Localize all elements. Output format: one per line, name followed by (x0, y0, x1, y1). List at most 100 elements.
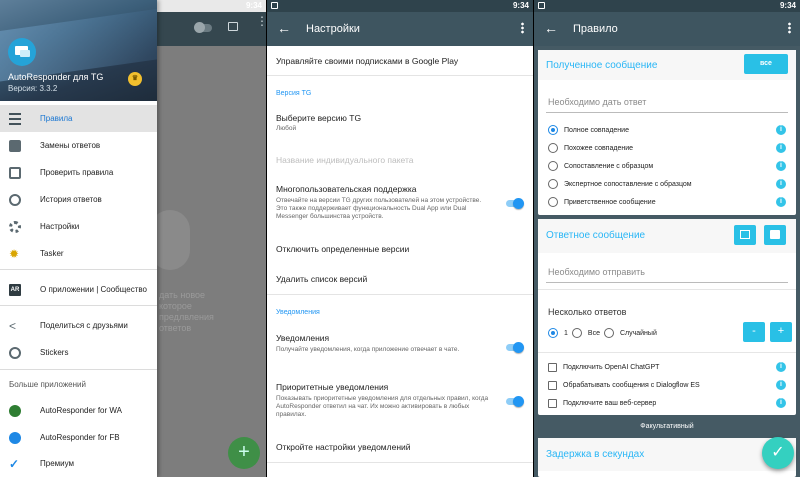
drawer-item-autoresponder-fb[interactable]: AutoResponder for FB (0, 424, 157, 451)
info-icon[interactable]: i (776, 362, 786, 372)
reply-message-input[interactable]: Необходимо отправить (548, 267, 645, 277)
delete-versions-item[interactable]: Удалить список версий (276, 274, 523, 284)
more-apps-header: Больше приложений (9, 380, 86, 389)
all-button[interactable]: все (744, 54, 788, 74)
drawer-item-label: О приложении | Сообщество (40, 285, 147, 294)
section-header-tg: Версия TG (276, 90, 312, 97)
checkbox[interactable] (548, 362, 557, 372)
drawer-item-history[interactable]: История ответов (0, 186, 157, 213)
disable-versions-item[interactable]: Отключить определенные версии (276, 244, 523, 254)
radio-button[interactable] (603, 328, 614, 338)
webserver-checkbox-row[interactable]: Подключите ваш веб-сервер i (548, 395, 786, 411)
divider (538, 352, 796, 353)
openai-checkbox-row[interactable]: Подключить OpenAI ChatGPT i (548, 359, 786, 375)
drawer-item-label: Правила (40, 114, 73, 123)
checkbox[interactable] (548, 398, 557, 408)
app-logo-icon (8, 38, 36, 66)
add-rule-fab[interactable]: + (228, 437, 260, 469)
dialogflow-checkbox-row[interactable]: Обрабатывать сообщения с Dialogflow ES i (548, 377, 786, 393)
drawer-divider (0, 305, 157, 306)
radio-button[interactable] (548, 328, 558, 338)
info-icon[interactable]: i (776, 143, 786, 153)
drawer-item-rules[interactable]: Правила (0, 105, 157, 132)
disable-reply-button[interactable] (734, 225, 756, 245)
radio-button[interactable] (548, 125, 558, 135)
swap-icon (9, 139, 21, 152)
info-icon[interactable]: i (776, 179, 786, 189)
checkbox[interactable] (548, 380, 557, 390)
radio-button[interactable] (548, 161, 558, 171)
open-notification-settings-item[interactable]: Откройте настройки уведомлений (276, 442, 523, 452)
choose-version-item[interactable]: Выберите версию TG Любой (276, 113, 523, 133)
radio-label: Полное совпадение (564, 126, 629, 134)
received-message-input[interactable]: Необходимо дать ответ (548, 97, 646, 107)
input-underline (546, 282, 788, 283)
radio-button[interactable] (571, 328, 582, 338)
drawer-item-tasker[interactable]: ✹ Tasker (0, 240, 157, 267)
drawer-item-label: Tasker (40, 249, 64, 258)
drawer-item-label: Поделиться с друзьями (40, 321, 128, 330)
drawer-item-test-rules[interactable]: Проверить правила (0, 159, 157, 186)
checkbox-label: Подключить OpenAI ChatGPT (563, 363, 660, 371)
save-fab[interactable]: ✓ (762, 437, 794, 469)
multiuser-switch[interactable] (506, 198, 524, 209)
drawer-item-premium[interactable]: ✓ Премиум (0, 450, 157, 477)
back-arrow-icon[interactable]: ← (277, 20, 291, 36)
drawer-item-label: AutoResponder for WA (40, 406, 122, 415)
priority-notifications-switch[interactable] (506, 396, 524, 407)
info-icon[interactable]: i (776, 125, 786, 135)
message-tools-icon (770, 230, 780, 239)
radio-button[interactable] (548, 197, 558, 207)
test-icon (9, 166, 21, 179)
more-icon: ⋮ (256, 15, 266, 27)
divider (538, 289, 796, 290)
radio-button[interactable] (548, 179, 558, 189)
increase-button[interactable]: + (770, 322, 792, 342)
back-arrow-icon[interactable]: ← (544, 20, 558, 36)
drawer-item-replacements[interactable]: Замены ответов (0, 132, 157, 159)
input-underline (546, 112, 788, 113)
decrease-button[interactable]: - (743, 322, 765, 342)
reply-tools-button[interactable] (764, 225, 786, 245)
premium-badge-icon[interactable]: ♛ (128, 72, 142, 86)
manage-subscriptions-item[interactable]: Управляйте своими подписками в Google Pl… (276, 56, 523, 66)
notifications-item[interactable]: Уведомления Получайте уведомления, когда… (276, 333, 493, 354)
share-icon: < (9, 318, 17, 333)
drawer-item-label: Stickers (40, 348, 69, 357)
delay-card: Задержка в секундах (538, 438, 796, 477)
drawer-item-settings[interactable]: Настройки (0, 213, 157, 240)
rule-screen: 9:34 ← Правило Полученное сообщение все … (534, 0, 800, 477)
match-option-pattern[interactable]: Сопоставление с образцом i (548, 158, 786, 174)
rule-app-bar: ← Правило (534, 12, 800, 46)
reply-message-header: Ответное сообщение (546, 230, 646, 241)
drawer-item-about[interactable]: AR О приложении | Сообщество (0, 276, 157, 303)
info-icon[interactable]: i (776, 398, 786, 408)
multiuser-item[interactable]: Многопользовательская поддержка Отвечайт… (276, 184, 493, 221)
match-option-expert[interactable]: Экспертное сопоставление с образцом i (548, 176, 786, 192)
drawer-item-autoresponder-wa[interactable]: AutoResponder for WA (0, 397, 157, 424)
match-option-similar[interactable]: Похожее совпадение i (548, 140, 786, 156)
more-icon[interactable] (788, 22, 791, 34)
notifications-switch[interactable] (506, 342, 524, 353)
drawer-item-share[interactable]: < Поделиться с друзьями (0, 312, 157, 339)
settings-app-bar: ← Настройки (267, 12, 533, 46)
notification-icon (271, 2, 278, 9)
drawer-item-label: AutoResponder for FB (40, 433, 120, 442)
info-icon[interactable]: i (776, 380, 786, 390)
notifications-title: Уведомления (276, 333, 330, 343)
priority-notifications-item[interactable]: Приоритетные уведомления Показывать прио… (276, 382, 493, 419)
drawer-item-label: Проверить правила (40, 168, 114, 177)
drawer-item-label: История ответов (40, 195, 102, 204)
radio-label: Все (587, 329, 600, 337)
info-icon[interactable]: i (776, 161, 786, 171)
radio-button[interactable] (548, 143, 558, 153)
more-icon[interactable] (521, 22, 524, 34)
drawer-item-stickers[interactable]: Stickers (0, 339, 157, 366)
reply-mode-group: 1 Все Случайный (548, 325, 657, 341)
no-message-icon (740, 230, 750, 239)
match-option-welcome[interactable]: Приветственное сообщение i (548, 194, 786, 210)
divider (267, 294, 533, 295)
status-time: 9:34 (245, 1, 262, 10)
match-option-full[interactable]: Полное совпадение i (548, 122, 786, 138)
info-icon[interactable]: i (776, 197, 786, 207)
